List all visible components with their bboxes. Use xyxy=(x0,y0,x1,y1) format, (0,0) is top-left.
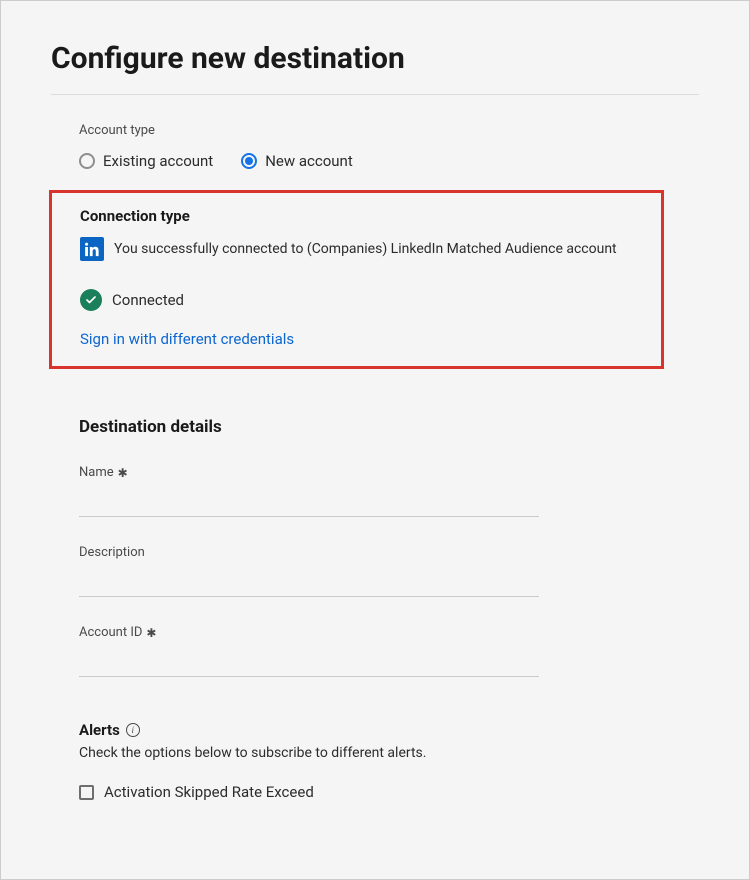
field-label-text: Account ID xyxy=(79,625,142,640)
required-star-icon: ✱ xyxy=(118,466,128,480)
account-type-radio-group: Existing account New account xyxy=(79,152,699,170)
linkedin-icon xyxy=(80,237,104,261)
connection-message-row: You successfully connected to (Companies… xyxy=(80,237,633,261)
destination-details-section: Destination details Name ✱ Description A… xyxy=(51,417,699,801)
radio-icon xyxy=(241,153,257,169)
account-type-section: Account type Existing account New accoun… xyxy=(51,123,699,170)
info-icon[interactable]: i xyxy=(126,723,140,737)
radio-existing-account[interactable]: Existing account xyxy=(79,152,213,170)
name-input[interactable] xyxy=(79,484,539,517)
page-container: Configure new destination Account type E… xyxy=(0,0,750,880)
field-label: Name ✱ xyxy=(79,465,699,480)
sign-in-different-link[interactable]: Sign in with different credentials xyxy=(80,330,294,348)
field-name: Name ✱ xyxy=(79,465,699,517)
alerts-heading: Alerts i xyxy=(79,721,699,739)
field-label-text: Description xyxy=(79,545,145,560)
check-circle-icon xyxy=(80,289,102,311)
checkbox-label: Activation Skipped Rate Exceed xyxy=(104,783,314,801)
alerts-heading-text: Alerts xyxy=(79,721,120,739)
radio-label: Existing account xyxy=(103,152,213,170)
connection-status-row: Connected xyxy=(80,289,633,311)
radio-icon xyxy=(79,153,95,169)
field-label-text: Name xyxy=(79,465,114,480)
required-star-icon: ✱ xyxy=(146,626,156,640)
radio-label: New account xyxy=(265,152,353,170)
description-input[interactable] xyxy=(79,564,539,597)
account-type-label: Account type xyxy=(79,123,699,138)
connection-status-label: Connected xyxy=(112,291,184,309)
account-id-input[interactable] xyxy=(79,644,539,677)
connection-type-heading: Connection type xyxy=(80,207,633,225)
alerts-description: Check the options below to subscribe to … xyxy=(79,745,699,761)
field-label: Description xyxy=(79,545,699,560)
field-account-id: Account ID ✱ xyxy=(79,625,699,677)
divider xyxy=(51,94,699,95)
page-title: Configure new destination xyxy=(51,41,699,76)
destination-details-heading: Destination details xyxy=(79,417,699,437)
field-label: Account ID ✱ xyxy=(79,625,699,640)
connection-message: You successfully connected to (Companies… xyxy=(114,241,617,257)
radio-new-account[interactable]: New account xyxy=(241,152,353,170)
checkbox-icon xyxy=(79,785,94,800)
radio-dot-icon xyxy=(245,157,253,165)
alert-option-activation-skipped[interactable]: Activation Skipped Rate Exceed xyxy=(79,783,699,801)
field-description: Description xyxy=(79,545,699,597)
connection-type-box: Connection type You successfully connect… xyxy=(49,190,664,369)
